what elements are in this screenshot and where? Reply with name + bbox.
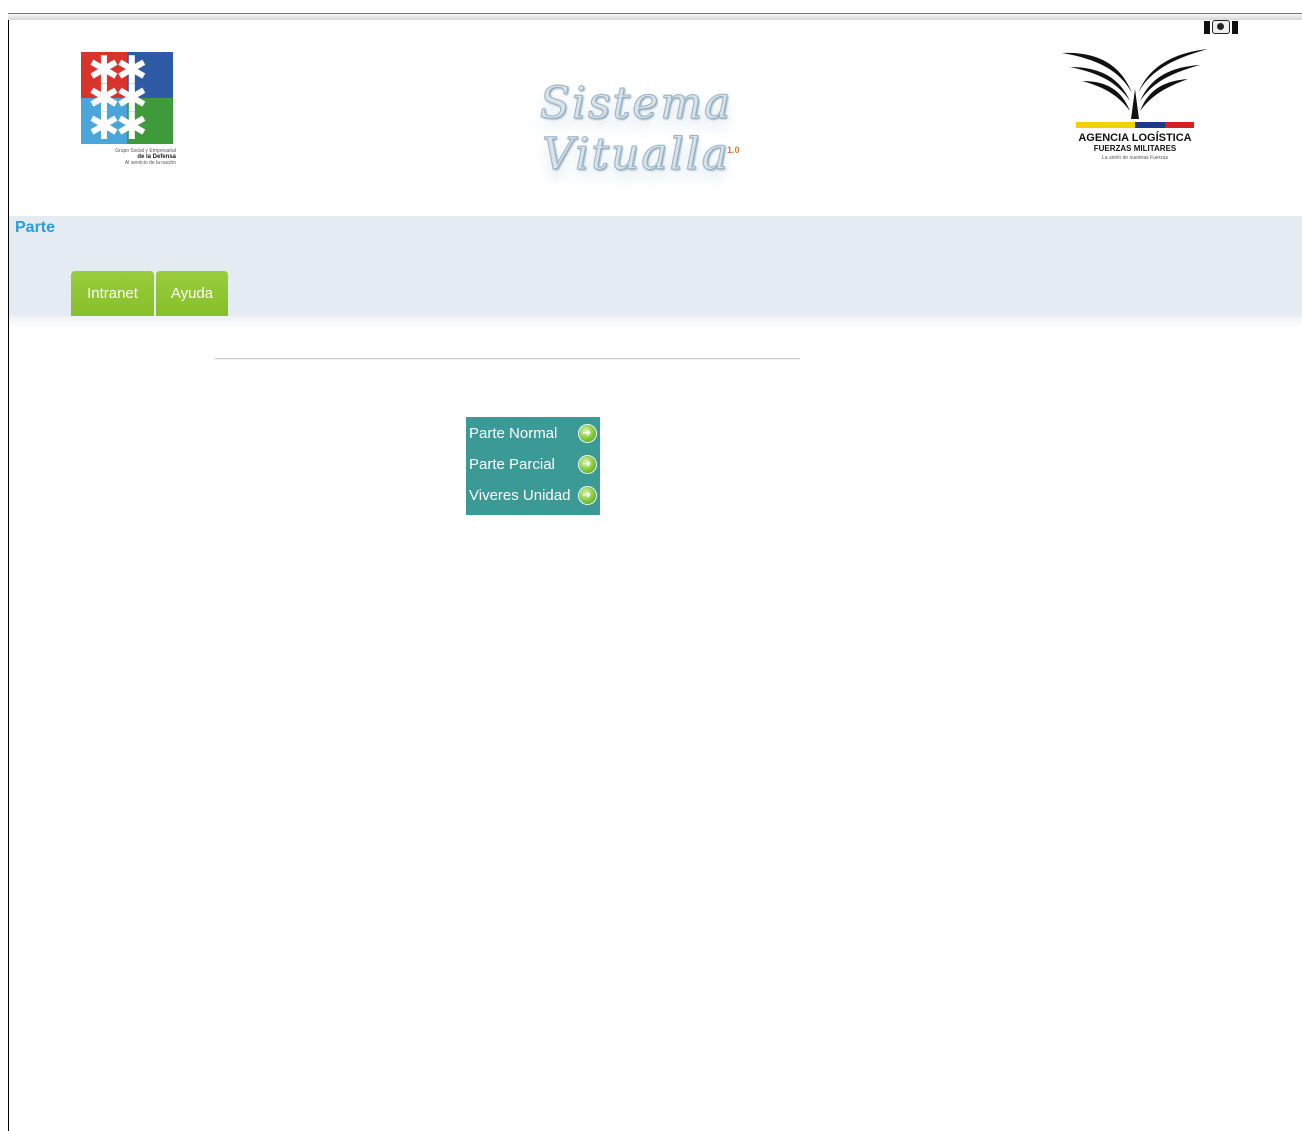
corner-widget[interactable] (1204, 20, 1242, 34)
menu-item-parte-parcial[interactable]: Parte Parcial (469, 452, 599, 477)
menu-item-label: Viveres Unidad (469, 487, 571, 504)
menu-item-label: Parte Normal (469, 425, 558, 442)
eye-icon (1212, 20, 1230, 34)
corner-block-icon (1232, 20, 1238, 34)
arrow-right-circle-icon[interactable] (579, 452, 596, 476)
flag-bar (1076, 122, 1194, 128)
tab-label: Ayuda (170, 285, 214, 302)
menu-item-viveres-unidad[interactable]: Viveres Unidad (469, 483, 599, 508)
tab-ayuda[interactable]: Ayuda (156, 271, 228, 316)
app-title: Sistema Vitualla (539, 78, 733, 181)
agency-name: AGENCIA LOGÍSTICA (1078, 132, 1192, 144)
agency-logo: AGENCIA LOGÍSTICA FUERZAS MILITARES La u… (1060, 45, 1210, 175)
asterisk-figures-icon: ✱✱ ✱✱ ✱✱ (88, 48, 148, 148)
agency-subtitle: FUERZAS MILITARES (1093, 144, 1177, 153)
group-logo: ✱✱ ✱✱ ✱✱ Grupo Social y Empresarial de la … (80, 48, 180, 182)
menu-item-parte-normal[interactable]: Parte Normal (469, 421, 599, 446)
logo-caption: Grupo Social y Empresarial de la Defensa… (115, 148, 176, 166)
page-frame (8, 13, 1302, 1131)
wings-icon (1062, 49, 1208, 119)
app-version: 1.0 (727, 145, 740, 155)
arrow-right-circle-icon[interactable] (579, 483, 596, 507)
content-divider (215, 358, 800, 360)
agency-motto: La unión de nuestras Fuerzas (1101, 155, 1169, 161)
band-fade (9, 316, 1302, 328)
corner-block-icon (1204, 20, 1210, 34)
arrow-right-circle-icon[interactable] (579, 421, 596, 445)
section-title: Parte (15, 219, 56, 236)
tab-label: Intranet (87, 285, 138, 302)
top-rule (8, 13, 1302, 20)
menu-item-label: Parte Parcial (469, 456, 555, 473)
tab-intranet[interactable]: Intranet (71, 271, 154, 316)
